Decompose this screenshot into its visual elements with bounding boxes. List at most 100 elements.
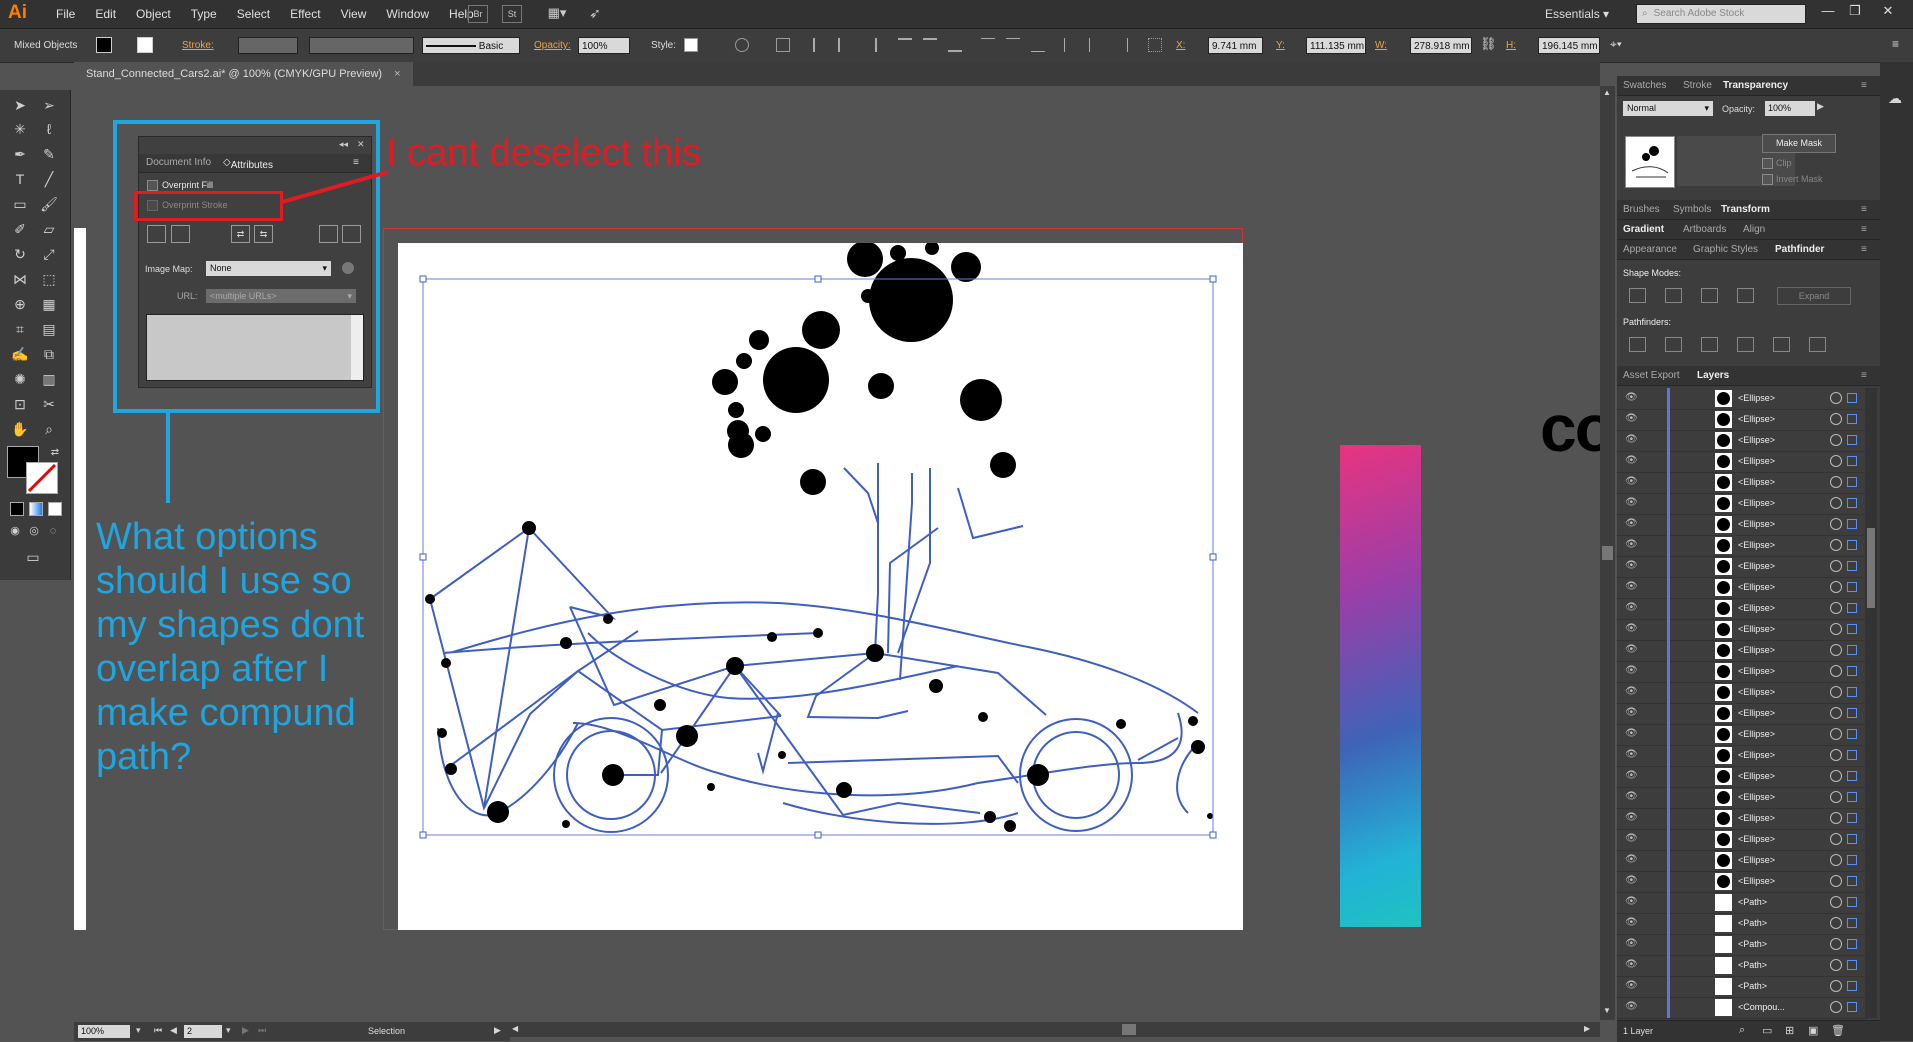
network-line-10[interactable] bbox=[660, 665, 736, 774]
ellipse-nodes[interactable] bbox=[425, 243, 1213, 832]
visibility-eye-icon[interactable]: 👁 bbox=[1625, 896, 1638, 907]
selection-indicator-icon[interactable] bbox=[1847, 813, 1857, 823]
target-icon[interactable] bbox=[1830, 707, 1842, 719]
ellipse-node[interactable] bbox=[726, 657, 744, 675]
network-line-3[interactable] bbox=[483, 527, 530, 809]
minimize-icon[interactable]: — bbox=[1818, 3, 1838, 21]
network-line-5[interactable] bbox=[734, 651, 1047, 716]
target-icon[interactable] bbox=[1830, 875, 1842, 887]
control-panel-menu-icon[interactable]: ≡ bbox=[1892, 37, 1899, 51]
visibility-eye-icon[interactable]: 👁 bbox=[1625, 455, 1638, 466]
layer-row[interactable]: 👁 <Ellipse> bbox=[1617, 829, 1867, 851]
visibility-eye-icon[interactable]: 👁 bbox=[1625, 623, 1638, 634]
menu-select[interactable]: Select bbox=[227, 7, 280, 21]
ellipse-node[interactable] bbox=[802, 311, 840, 349]
visibility-eye-icon[interactable]: 👁 bbox=[1625, 644, 1638, 655]
opacity-label[interactable]: Opacity: bbox=[534, 40, 571, 51]
visibility-eye-icon[interactable]: 👁 bbox=[1625, 854, 1638, 865]
selection-indicator-icon[interactable] bbox=[1847, 624, 1857, 634]
selection-indicator-icon[interactable] bbox=[1847, 771, 1857, 781]
reference-point-icon[interactable] bbox=[1148, 38, 1162, 52]
status-menu-icon[interactable]: ▶ bbox=[494, 1025, 501, 1036]
visibility-eye-icon[interactable]: 👁 bbox=[1625, 434, 1638, 445]
target-icon[interactable] bbox=[1830, 602, 1842, 614]
network-line-11[interactable] bbox=[757, 712, 779, 775]
slice-tool-icon[interactable]: ✂ bbox=[38, 393, 60, 415]
distribute-right-icon[interactable] bbox=[1114, 38, 1128, 52]
visibility-eye-icon[interactable]: 👁 bbox=[1625, 497, 1638, 508]
vertical-scroll-thumb[interactable] bbox=[1602, 546, 1613, 560]
front-bumper-path[interactable] bbox=[437, 722, 579, 817]
new-layer-icon[interactable]: ▣ bbox=[1808, 1024, 1818, 1037]
tab-artboards[interactable]: Artboards bbox=[1683, 224, 1726, 235]
ellipse-node[interactable] bbox=[602, 764, 624, 786]
selection-indicator-icon[interactable] bbox=[1847, 918, 1857, 928]
target-icon[interactable] bbox=[1830, 686, 1842, 698]
curvature-tool-icon[interactable]: ✎ bbox=[38, 143, 60, 165]
bridge-icon[interactable]: Br bbox=[468, 5, 488, 23]
network-line-6[interactable] bbox=[806, 652, 909, 720]
selection-indicator-icon[interactable] bbox=[1847, 687, 1857, 697]
first-artboard-icon[interactable]: ⏮ bbox=[154, 1025, 162, 1036]
target-icon[interactable] bbox=[1830, 644, 1842, 656]
ellipse-node[interactable] bbox=[712, 369, 738, 395]
tab-transform[interactable]: Transform bbox=[1721, 204, 1770, 215]
ellipse-node[interactable] bbox=[441, 658, 451, 668]
exclude-icon[interactable] bbox=[1737, 288, 1754, 303]
visibility-eye-icon[interactable]: 👁 bbox=[1625, 980, 1638, 991]
stem-line-3[interactable] bbox=[899, 473, 913, 681]
visibility-eye-icon[interactable]: 👁 bbox=[1625, 707, 1638, 718]
visibility-eye-icon[interactable]: 👁 bbox=[1625, 938, 1638, 949]
ellipse-node[interactable] bbox=[929, 679, 943, 693]
selection-indicator-icon[interactable] bbox=[1847, 897, 1857, 907]
layer-row[interactable]: 👁 <Path> bbox=[1617, 892, 1867, 914]
width-tool-icon[interactable]: ⋈ bbox=[9, 268, 31, 290]
invert-mask-checkbox[interactable] bbox=[1762, 174, 1773, 185]
selection-indicator-icon[interactable] bbox=[1847, 981, 1857, 991]
stock-search-input[interactable]: ⌕ Search Adobe Stock bbox=[1636, 4, 1806, 24]
stock-icon[interactable]: St bbox=[502, 5, 522, 23]
intersect-icon[interactable] bbox=[1701, 288, 1718, 303]
selection-indicator-icon[interactable] bbox=[1847, 540, 1857, 550]
zoom-field[interactable]: 100% bbox=[78, 1025, 130, 1038]
ellipse-node[interactable] bbox=[603, 614, 613, 624]
ellipse-node[interactable] bbox=[522, 521, 536, 535]
x-field[interactable]: 9.741 mm bbox=[1208, 37, 1263, 54]
vertical-scrollbar[interactable]: ▲ ▼ bbox=[1600, 86, 1615, 1020]
x-label[interactable]: X: bbox=[1176, 40, 1185, 51]
target-icon[interactable] bbox=[1830, 413, 1842, 425]
ellipse-node[interactable] bbox=[755, 426, 771, 442]
eyedropper-tool-icon[interactable]: ✍ bbox=[9, 343, 31, 365]
visibility-eye-icon[interactable]: 👁 bbox=[1625, 518, 1638, 529]
ellipse-node[interactable] bbox=[813, 628, 823, 638]
tab-brushes[interactable]: Brushes bbox=[1623, 204, 1660, 215]
align-top-icon[interactable] bbox=[898, 38, 912, 52]
make-mask-button[interactable]: Make Mask bbox=[1762, 134, 1836, 153]
layer-row[interactable]: 👁 <Ellipse> bbox=[1617, 598, 1867, 620]
minus-back-icon[interactable] bbox=[1809, 337, 1826, 352]
merge-icon[interactable] bbox=[1701, 337, 1718, 352]
ellipse-large-2[interactable] bbox=[763, 347, 829, 413]
layer-row[interactable]: 👁 <Ellipse> bbox=[1617, 850, 1867, 872]
ellipse-node[interactable] bbox=[836, 782, 852, 798]
align-right-icon[interactable] bbox=[863, 38, 877, 52]
tab-appearance[interactable]: Appearance bbox=[1623, 244, 1677, 255]
visibility-eye-icon[interactable]: 👁 bbox=[1625, 1001, 1638, 1012]
selection-indicator-icon[interactable] bbox=[1847, 939, 1857, 949]
hand-tool-icon[interactable]: ✋ bbox=[9, 418, 31, 440]
network-line-12[interactable] bbox=[787, 754, 1019, 784]
ellipse-node[interactable] bbox=[437, 728, 447, 738]
arrange-documents-icon[interactable]: ▦▾ bbox=[544, 5, 570, 21]
ellipse-node[interactable] bbox=[866, 644, 884, 662]
workspace-switcher[interactable]: Essentials ▾ bbox=[1545, 7, 1609, 21]
align-center-icon[interactable] bbox=[838, 38, 852, 52]
artwork[interactable] bbox=[398, 243, 1243, 930]
scroll-left-icon[interactable]: ◀ bbox=[512, 1024, 518, 1033]
menu-type[interactable]: Type bbox=[181, 7, 227, 21]
layer-row[interactable]: 👁 <Ellipse> bbox=[1617, 640, 1867, 662]
target-icon[interactable] bbox=[1830, 833, 1842, 845]
visibility-eye-icon[interactable]: 👁 bbox=[1625, 581, 1638, 592]
perspective-grid-tool-icon[interactable]: ▦ bbox=[38, 293, 60, 315]
menu-edit[interactable]: Edit bbox=[85, 7, 126, 21]
type-tool-icon[interactable]: T bbox=[9, 168, 31, 190]
